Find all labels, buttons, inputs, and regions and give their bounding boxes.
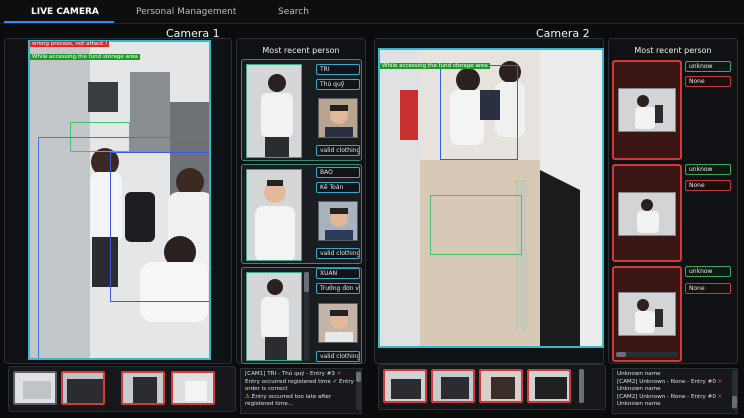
tab-search[interactable]: Search — [278, 0, 309, 24]
camera2-event-log: Unknown name [CAM2] Unknown - None - Ent… — [612, 368, 738, 414]
warning-icon: ⚠ — [245, 393, 251, 400]
recent-unknown-card[interactable] — [612, 60, 682, 160]
camera2-title: Camera 2 — [536, 27, 590, 40]
person-name: XUAN — [316, 268, 360, 279]
log-entry: Unknown name — [617, 371, 661, 377]
camera1-thumbnail-strip — [8, 366, 236, 412]
camera1-recent-title: Most recent person — [262, 46, 340, 55]
person-snapshot — [618, 88, 676, 132]
log-entry: Entry occurred registered time — [245, 378, 331, 385]
clothing-status: valid clothing — [316, 248, 360, 259]
fail-icon: ✕ — [717, 378, 723, 385]
person-name: BAO — [316, 167, 360, 178]
event-thumbnail[interactable] — [479, 369, 523, 403]
fail-icon: ✕ — [717, 393, 723, 400]
tab-personal-management[interactable]: Personal Management — [136, 0, 236, 24]
event-thumbnail[interactable] — [431, 369, 475, 403]
log-entry: [CAM2] Unknown - None - Entry #0 — [617, 378, 716, 385]
person-name: unknow — [685, 266, 731, 277]
person-role: None — [685, 180, 731, 191]
card-scrollbar[interactable] — [616, 352, 678, 357]
top-nav: LIVE CAMERA Personal Management Search — [0, 0, 744, 24]
recent-person-card[interactable]: TRI Thủ quỹ valid clothing — [241, 59, 362, 161]
person-role: None — [685, 283, 731, 294]
recent-person-card[interactable]: BAO Kế Toán valid clothing — [241, 164, 362, 264]
person-snapshot — [246, 272, 302, 361]
person-snapshot — [618, 292, 676, 336]
strip-scrollbar[interactable] — [579, 369, 584, 403]
person-name: TRI — [316, 64, 360, 75]
camera1-feed[interactable] — [28, 40, 211, 360]
person-snapshot — [246, 64, 302, 158]
camera1-title: Camera 1 — [166, 27, 220, 40]
active-tab-indicator — [4, 21, 114, 23]
log-entry: Unknown name — [617, 386, 661, 392]
recent-unknown-card[interactable] — [612, 266, 682, 362]
event-thumbnail[interactable] — [383, 369, 427, 403]
log-scrollbar[interactable] — [732, 370, 737, 410]
card-scrollbar[interactable] — [304, 272, 309, 361]
event-thumbnail[interactable] — [171, 371, 215, 405]
alert-label: wrong process, not attack ! — [30, 41, 110, 47]
clothing-status: valid clothing — [316, 145, 360, 156]
camera2-thumbnail-strip — [378, 364, 606, 410]
check-icon: ✔ — [332, 378, 338, 385]
camera2-feed[interactable] — [378, 48, 604, 348]
fail-icon: ✕ — [336, 371, 342, 377]
log-entry: Entry occurred too late after registered… — [245, 393, 332, 408]
camera1-event-log: [CAM1] TRI - Thủ quỹ - Entry #3 ✕ Entry … — [240, 368, 362, 414]
person-bounding-box — [440, 65, 518, 160]
detection-zone-box — [430, 195, 522, 255]
camera2-recent-title: Most recent person — [634, 46, 712, 55]
person-bounding-box — [110, 152, 209, 302]
clothing-status: valid clothing — [316, 351, 360, 362]
person-role: Trưởng đơn vị — [316, 283, 360, 294]
event-thumbnail[interactable] — [527, 369, 571, 403]
person-face — [318, 303, 358, 343]
person-role: Kế Toán — [316, 182, 360, 193]
log-entry: [CAM2] Unknown - None - Entry #0 — [617, 393, 716, 400]
event-thumbnail[interactable] — [13, 371, 57, 405]
person-name: unknow — [685, 61, 731, 72]
log-entry: Unknown name — [617, 401, 661, 407]
person-snapshot — [246, 169, 302, 261]
recent-person-card[interactable]: XUAN Trưởng đơn vị valid clothing — [241, 267, 362, 364]
info-label: While accessing the fund storage area — [380, 63, 490, 69]
log-entry: [CAM1] TRI - Thủ quỹ - Entry #3 — [245, 371, 335, 377]
recent-unknown-card[interactable] — [612, 164, 682, 262]
person-face — [318, 201, 358, 241]
person-role: None — [685, 76, 731, 87]
person-snapshot — [618, 192, 676, 236]
info-label: While accessing the fund storage area — [30, 54, 140, 60]
event-thumbnail[interactable] — [121, 371, 165, 405]
person-role: Thủ quỹ — [316, 79, 360, 90]
person-face — [318, 98, 358, 138]
event-thumbnail[interactable] — [61, 371, 105, 405]
person-name: unknow — [685, 164, 731, 175]
log-scrollbar[interactable] — [356, 370, 361, 410]
